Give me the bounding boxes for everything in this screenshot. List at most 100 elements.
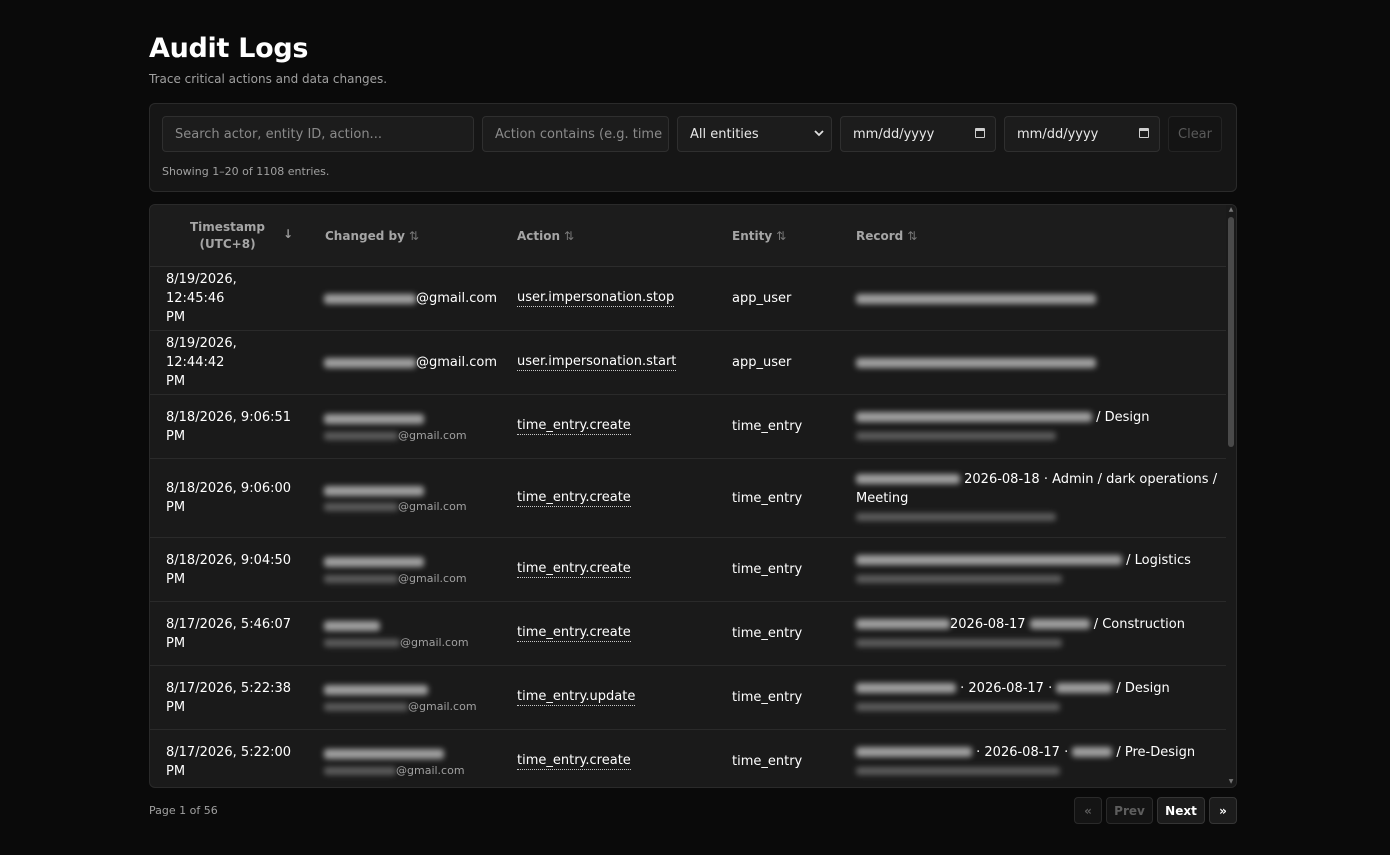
sort-desc-icon[interactable]: ↓	[283, 227, 293, 241]
redacted-actor-name	[324, 749, 444, 759]
record-text: 2026-08-18 · Admin / dark operations /	[960, 471, 1218, 487]
action-cell[interactable]: user.impersonation.start	[517, 331, 677, 394]
calendar-icon[interactable]	[1139, 128, 1149, 138]
date-to-input[interactable]: mm/dd/yyyy	[1004, 116, 1160, 152]
audit-logs-page: Audit Logs Trace critical actions and da…	[149, 32, 1237, 824]
sort-icon: ⇅	[564, 229, 575, 243]
redacted-record	[856, 357, 1096, 368]
prev-page-button[interactable]: Prev	[1106, 797, 1153, 824]
action-link[interactable]: time_entry.create	[517, 625, 631, 642]
page-subtitle: Trace critical actions and data changes.	[149, 72, 388, 86]
changed-by-cell: @gmail.com	[324, 730, 504, 787]
record-cell: · 2026-08-17 · / Design	[856, 666, 1206, 729]
redacted-actor-email	[324, 503, 398, 511]
page-info: Page 1 of 56	[149, 804, 218, 817]
record-text-suffix: / Construction	[1089, 616, 1185, 632]
actor-email-suffix: @gmail.com	[396, 763, 465, 777]
redacted-actor-name	[324, 485, 424, 496]
redacted-record-part	[1029, 619, 1090, 629]
redacted-record-id	[856, 639, 1062, 647]
search-placeholder: Search actor, entity ID, action...	[175, 126, 382, 142]
action-link[interactable]: time_entry.create	[517, 561, 631, 578]
action-link[interactable]: time_entry.create	[517, 490, 631, 507]
table-row[interactable]: 8/18/2026, 9:06:51 PM @gmail.com time_en…	[150, 395, 1226, 459]
action-cell[interactable]: time_entry.create	[517, 395, 631, 458]
entity-select[interactable]: All entities	[677, 116, 832, 152]
entity-select-value: All entities	[690, 126, 759, 142]
action-cell[interactable]: time_entry.create	[517, 730, 631, 787]
action-cell[interactable]: time_entry.create	[517, 602, 631, 665]
action-link[interactable]: time_entry.create	[517, 753, 631, 770]
column-header-changed-by[interactable]: Changed by ⇅	[325, 229, 419, 243]
table-row[interactable]: 8/18/2026, 9:04:50 PM @gmail.com time_en…	[150, 538, 1226, 602]
date-from-value: mm/dd/yyyy	[853, 126, 935, 142]
redacted-record-id	[856, 513, 1056, 521]
column-header-action[interactable]: Action ⇅	[517, 229, 574, 243]
record-text-continued: Meeting	[856, 490, 909, 506]
timestamp-cell: 8/19/2026, 12:44:42 PM	[166, 331, 296, 394]
table-row[interactable]: 8/18/2026, 9:06:00 PM @gmail.com time_en…	[150, 459, 1226, 538]
timestamp-date: 8/17/2026, 5:22:00	[166, 744, 292, 760]
clear-button[interactable]: Clear	[1168, 116, 1222, 152]
timestamp-cell: 8/19/2026, 12:45:46 PM	[166, 267, 296, 330]
timestamp-date: 8/18/2026, 9:06:51	[166, 409, 292, 425]
record-cell: / Design	[856, 395, 1206, 458]
column-header-entity[interactable]: Entity ⇅	[732, 229, 786, 243]
entries-count: Showing 1–20 of 1108 entries.	[162, 165, 330, 178]
record-cell: · 2026-08-17 · / Pre-Design	[856, 730, 1206, 787]
table-row[interactable]: 8/19/2026, 12:45:46 PM @gmail.com user.i…	[150, 267, 1226, 331]
scroll-thumb[interactable]	[1228, 217, 1234, 447]
column-header-timestamp[interactable]: Timestamp (UTC+8)	[190, 219, 265, 253]
record-cell	[856, 331, 1206, 394]
table-row[interactable]: 8/17/2026, 5:22:00 PM @gmail.com time_en…	[150, 730, 1226, 787]
first-page-button[interactable]: «	[1074, 797, 1102, 824]
timestamp-date: 8/19/2026, 12:44:42	[166, 336, 237, 370]
calendar-icon[interactable]	[975, 128, 985, 138]
action-link[interactable]: user.impersonation.stop	[517, 290, 675, 307]
table-row[interactable]: 8/17/2026, 5:46:07 PM @gmail.com time_en…	[150, 602, 1226, 666]
action-cell[interactable]: time_entry.create	[517, 459, 631, 537]
timestamp-date: 8/18/2026, 9:06:00	[166, 481, 292, 496]
record-cell: 2026-08-17 / Construction	[856, 602, 1206, 665]
timestamp-cell: 8/18/2026, 9:04:50 PM	[166, 538, 296, 601]
entity-cell: time_entry	[732, 490, 803, 506]
action-cell[interactable]: user.impersonation.stop	[517, 267, 675, 330]
changed-by-cell: @gmail.com	[324, 602, 504, 665]
timestamp-period: PM	[166, 428, 186, 444]
action-link[interactable]: user.impersonation.start	[517, 354, 677, 371]
changed-by-cell: @gmail.com	[324, 331, 504, 394]
timestamp-cell: 8/17/2026, 5:22:00 PM	[166, 730, 296, 787]
timestamp-cell: 8/18/2026, 9:06:00 PM	[166, 459, 296, 537]
redacted-record	[856, 619, 950, 629]
redacted-actor-name	[324, 414, 424, 424]
timestamp-header-line2: (UTC+8)	[199, 237, 256, 251]
timestamp-date: 8/19/2026, 12:45:46	[166, 272, 237, 306]
action-filter-input[interactable]: Action contains (e.g. time	[482, 116, 669, 152]
last-page-button[interactable]: »	[1209, 797, 1237, 824]
record-text: / Design	[1092, 409, 1150, 425]
timestamp-period: PM	[166, 699, 186, 715]
search-input[interactable]: Search actor, entity ID, action...	[162, 116, 474, 152]
table-row[interactable]: 8/19/2026, 12:44:42 PM @gmail.com user.i…	[150, 331, 1226, 395]
table-scrollbar[interactable]: ▲ ▼	[1226, 205, 1236, 787]
redacted-actor-email	[324, 574, 398, 583]
column-header-record[interactable]: Record ⇅	[856, 229, 917, 243]
action-cell[interactable]: time_entry.update	[517, 666, 636, 729]
redacted-record-id	[856, 575, 1062, 583]
next-page-button[interactable]: Next	[1157, 797, 1205, 824]
action-cell[interactable]: time_entry.create	[517, 538, 631, 601]
record-cell	[856, 267, 1206, 330]
scroll-down-arrow-icon[interactable]: ▼	[1228, 779, 1234, 785]
action-link[interactable]: time_entry.update	[517, 689, 636, 706]
scroll-up-arrow-icon[interactable]: ▲	[1228, 207, 1234, 213]
record-text: · 2026-08-17 ·	[956, 680, 1053, 696]
sort-icon: ⇅	[408, 229, 419, 243]
timestamp-period: PM	[166, 635, 186, 651]
timestamp-header-line1: Timestamp	[190, 220, 266, 234]
redacted-record-id	[856, 703, 1060, 711]
date-from-input[interactable]: mm/dd/yyyy	[840, 116, 996, 152]
action-link[interactable]: time_entry.create	[517, 418, 631, 435]
record-cell: / Logistics	[856, 538, 1206, 601]
action-placeholder: Action contains (e.g. time	[495, 126, 663, 142]
table-row[interactable]: 8/17/2026, 5:22:38 PM @gmail.com time_en…	[150, 666, 1226, 730]
